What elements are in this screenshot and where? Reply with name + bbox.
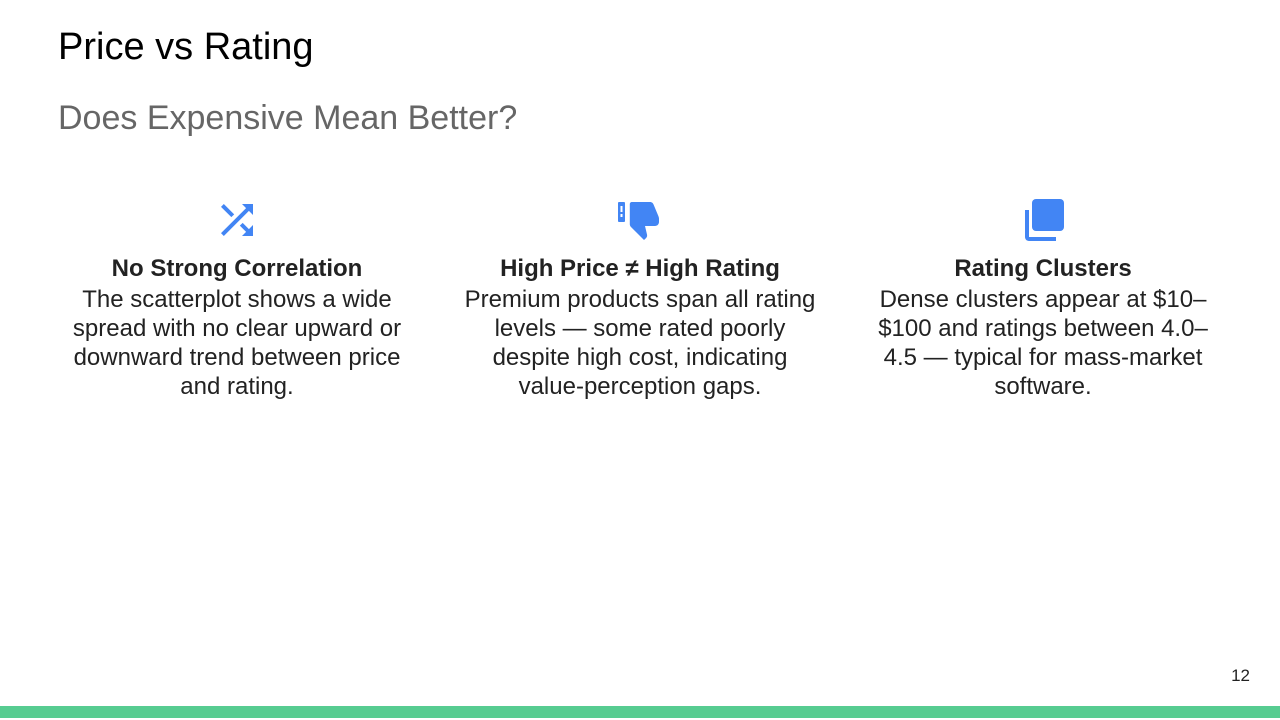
stacked-layers-icon <box>1019 196 1067 244</box>
insight-card-correlation: No Strong Correlation The scatterplot sh… <box>61 196 413 401</box>
card-description: The scatterplot shows a wide spread with… <box>72 286 402 400</box>
slide: Price vs Rating Does Expensive Mean Bett… <box>0 0 1280 720</box>
slide-subtitle: Does Expensive Mean Better? <box>58 99 518 137</box>
thumbs-down-icon <box>616 196 664 244</box>
card-heading: High Price ≠ High Rating <box>500 255 780 282</box>
card-description: Dense clusters appear at $10–$100 and ra… <box>878 286 1208 400</box>
insight-card-clusters: Rating Clusters Dense clusters appear at… <box>867 196 1219 401</box>
card-heading: No Strong Correlation <box>111 255 363 282</box>
page-number: 12 <box>1231 666 1250 685</box>
card-description: Premium products span all rating levels … <box>464 286 816 400</box>
insight-card-high-price: High Price ≠ High Rating Premium product… <box>464 196 816 401</box>
shuffle-icon <box>213 196 261 244</box>
card-heading: Rating Clusters <box>954 255 1132 282</box>
bottom-accent-bar <box>0 706 1280 718</box>
slide-title: Price vs Rating <box>58 26 314 68</box>
